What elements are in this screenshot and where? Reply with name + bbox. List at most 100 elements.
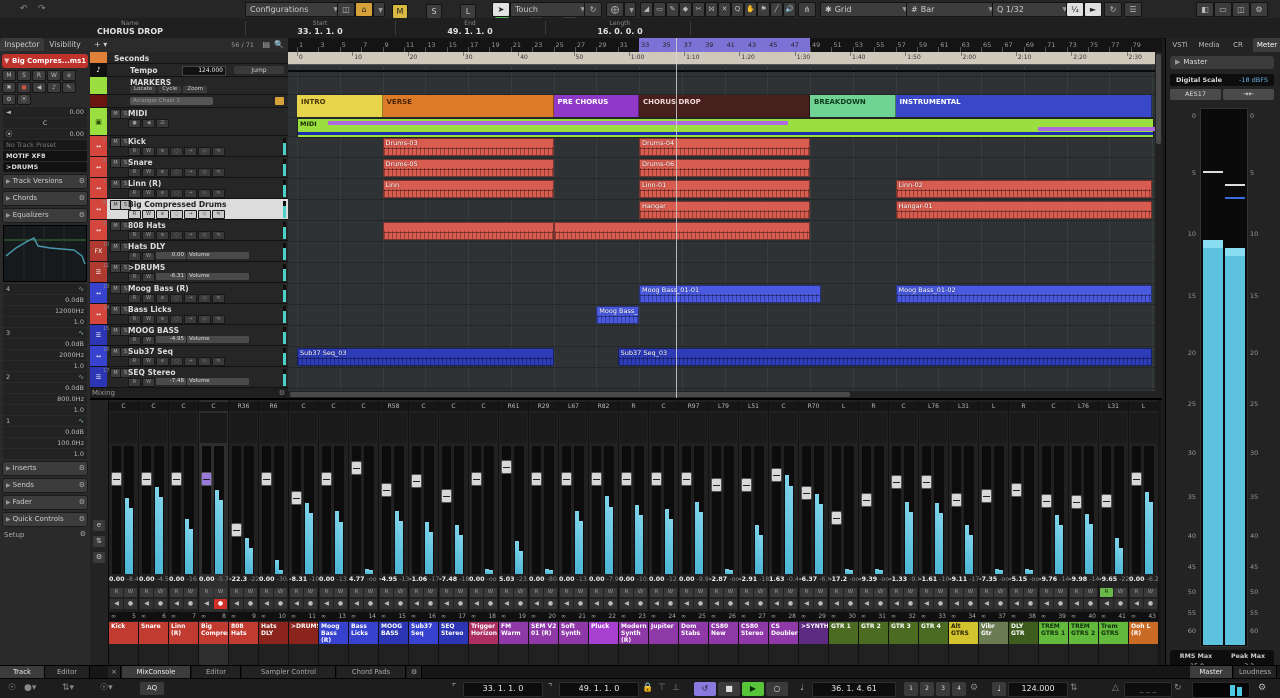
track-btn-4[interactable]: → — [184, 231, 197, 240]
fader-handle[interactable] — [651, 471, 662, 486]
monitor-button[interactable]: ◀ — [1070, 599, 1083, 609]
monitor-button[interactable]: ◀ — [980, 599, 993, 609]
monitor-button[interactable]: ◀ — [290, 599, 303, 609]
read-automation-button[interactable]: R — [590, 588, 603, 597]
fader-handle[interactable] — [471, 471, 482, 486]
track-volume-value[interactable]: -6.31 — [156, 273, 186, 280]
read-automation-button[interactable]: R — [380, 588, 393, 597]
record-enable-button[interactable]: ● — [814, 599, 827, 609]
channel-racks[interactable] — [530, 413, 557, 443]
mixer-channel-trigger-horizon[interactable]: C 0.00 -oo R W ◀ ● ∞ 18 Trigger Horizon — [469, 400, 499, 667]
track-btn-0[interactable]: R — [128, 231, 141, 240]
channel-racks[interactable] — [470, 413, 497, 443]
write-automation-button[interactable]: W — [124, 588, 137, 597]
channel-name[interactable]: Kick — [109, 622, 138, 644]
track-btn-1[interactable]: W — [142, 168, 155, 177]
track-row-seconds[interactable]: Seconds — [90, 52, 288, 64]
pan-control[interactable]: L31 — [949, 402, 978, 411]
grid-type-dropdown[interactable]: # Bar ▼ — [906, 2, 998, 17]
mixer-channel-gtr-2[interactable]: R -9.39 -oo R W ◀ ● ∞ 31 GTR 2 — [859, 400, 889, 667]
track-btn-6[interactable]: ≒ — [212, 231, 225, 240]
punch-mode-icon[interactable]: ●▾ — [24, 683, 36, 693]
track-row-markers[interactable]: MARKERS Locate Cycle Zoom — [90, 77, 288, 95]
eq-curve-display[interactable] — [3, 225, 87, 282]
vertical-scrollbar[interactable] — [1155, 52, 1162, 398]
arranger-section-instrumental[interactable]: INSTRUMENTAL — [895, 95, 1152, 117]
channel-racks[interactable] — [980, 413, 1007, 443]
read-automation-button[interactable]: R — [920, 588, 933, 597]
read-automation-button[interactable]: R — [530, 588, 543, 597]
channel-name[interactable]: TREM GTRS 1 — [1039, 622, 1068, 644]
add-track-button[interactable]: + ▾ — [94, 40, 107, 49]
clip-audio[interactable] — [553, 222, 810, 240]
eq-band-2-gain[interactable]: 0.0dB — [3, 383, 87, 393]
channel-racks[interactable] — [500, 413, 527, 443]
pan-control[interactable]: R — [619, 402, 648, 411]
clip-linn[interactable]: Linn — [382, 180, 554, 198]
eq-band-4[interactable]: 4 ∿ — [3, 284, 87, 294]
zone-tab-track[interactable]: Track — [0, 666, 45, 678]
pan-control[interactable]: R70 — [799, 402, 828, 411]
track-row-seq-stereo[interactable]: ☰ M S SEQ Stereo R W -7.48 Volume 17 — [90, 367, 288, 388]
mixer-channel-seq-stereo[interactable]: C -7.48 -18.1 R W ◀ ● ∞ 17 SEQ Stereo — [439, 400, 475, 667]
channel-racks[interactable] — [680, 413, 707, 443]
mixer-channel-kick[interactable]: C 0.00 -8.4 R W ◀ ● ∞ 5 Kick — [109, 400, 139, 667]
inspector-btn-9[interactable]: ✎ — [62, 82, 76, 93]
digital-scale-row[interactable]: Digital Scale -18 dBFS — [1170, 74, 1274, 86]
monitor-button[interactable]: ◀ — [770, 599, 783, 609]
w-button[interactable]: W — [142, 378, 155, 387]
track-btn-1[interactable]: W — [142, 357, 155, 366]
arranger-section-verse[interactable]: VERSE — [382, 95, 554, 117]
lower-zone-tab-sampler-control[interactable]: Sampler Control — [242, 666, 336, 678]
erase-tool-icon[interactable]: ◆ — [679, 2, 692, 17]
eq-band-2[interactable]: 2 ∿ — [3, 372, 87, 382]
channel-name[interactable]: Snare — [139, 622, 168, 644]
write-automation-button[interactable]: W — [1054, 588, 1067, 597]
pre-roll-icon[interactable]: ⊤ — [658, 683, 666, 693]
read-automation-button[interactable]: R — [1040, 588, 1053, 597]
left-zone-toggle[interactable]: ◧ — [1196, 2, 1214, 17]
fader-handle[interactable] — [711, 478, 722, 493]
record-enable-button[interactable]: ● — [544, 599, 557, 609]
track-btn-3[interactable]: ◌ — [170, 189, 183, 198]
read-automation-button[interactable]: R — [140, 588, 153, 597]
tracklist-gear-icon[interactable]: ⚙ — [279, 389, 285, 397]
pan-control[interactable]: C — [109, 402, 138, 411]
fader-handle[interactable] — [321, 471, 332, 486]
mixer-channel-dly-gtr[interactable]: R -5.15 -oo R W ◀ ● ∞ 38 DLY GTR — [1009, 400, 1039, 667]
inspector-pan[interactable]: C — [3, 118, 87, 128]
tempo-jump-button[interactable]: Jump — [234, 66, 284, 74]
channel-name[interactable]: Modern Synth (R) — [619, 622, 648, 644]
track-btn-1[interactable]: W — [142, 189, 155, 198]
start-value[interactable]: 33. 1. 1. 0 — [255, 27, 385, 36]
clip-drums-05[interactable]: Drums-05 — [382, 159, 554, 177]
auto-scroll-icon[interactable]: ↻ — [584, 2, 602, 17]
write-automation-button[interactable]: W — [694, 588, 707, 597]
mixer-channel-cs-doubler[interactable]: C 1.63 -0.4 R W ◀ ● ∞ 28 CS Doubler — [769, 400, 799, 667]
mixer-channel-808-hats[interactable]: R36 -22.3 -22.7 R W ◀ ● ∞ 9 808 Hats — [229, 400, 265, 667]
record-enable-button[interactable]: ● — [634, 599, 647, 609]
monitor-button[interactable]: ◀ — [710, 599, 723, 609]
track-btn-5[interactable]: ◇ — [198, 231, 211, 240]
channel-racks[interactable] — [800, 413, 827, 443]
channel-racks[interactable] — [1070, 413, 1097, 443]
mixer-channel-snare[interactable]: C 0.00 -4.5 R W ◀ ● ∞ 6 Snare — [139, 400, 169, 667]
channel-name[interactable]: Big Compres — [199, 622, 228, 644]
channel-name[interactable]: >SYNTHI — [799, 622, 828, 644]
inspector-gain[interactable]: 0.00 — [70, 129, 84, 139]
hand-tool-icon[interactable]: ✋ — [744, 2, 757, 17]
monitor-button[interactable]: ◀ — [620, 599, 633, 609]
record-enable-button[interactable]: ● — [1114, 599, 1127, 609]
monitor-button[interactable]: ◀ — [470, 599, 483, 609]
read-automation-button[interactable]: R — [440, 588, 453, 597]
fader-handle[interactable] — [291, 490, 302, 505]
channel-name[interactable]: Vibr Gtr — [979, 622, 1008, 644]
fader-handle[interactable] — [561, 471, 572, 486]
r-button[interactable]: R — [128, 378, 141, 387]
left-locator-value[interactable]: 33. 1. 1. 0 — [463, 682, 543, 697]
channel-name[interactable]: GTR 2 — [859, 622, 888, 644]
read-automation-button[interactable]: R — [710, 588, 723, 597]
glue-tool-icon[interactable]: ⨝ — [705, 2, 718, 17]
eq-band-4-gain[interactable]: 0.0dB — [3, 295, 87, 305]
channel-name[interactable]: TREM GTRS 2 — [1069, 622, 1098, 644]
